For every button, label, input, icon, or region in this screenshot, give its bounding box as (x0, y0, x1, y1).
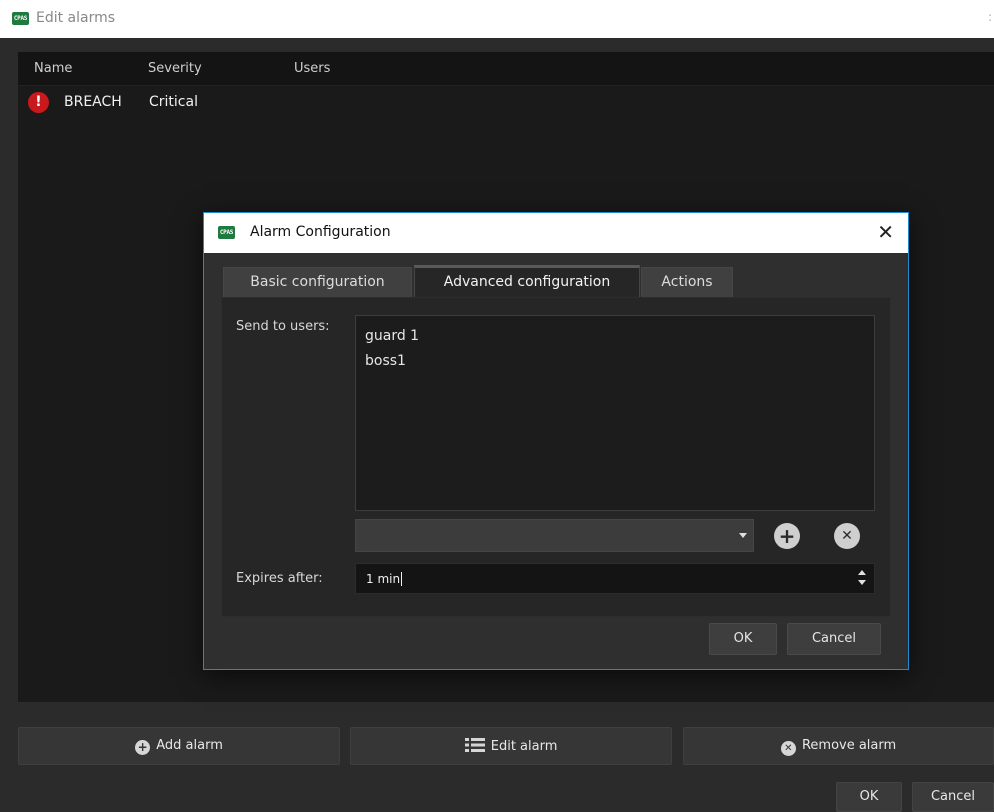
advanced-configuration-pane: Send to users: guard 1 boss1 + ✕ Expires… (221, 297, 891, 617)
remove-alarm-button[interactable]: ✕ Remove alarm (683, 727, 994, 765)
expires-after-value: 1 min (366, 572, 403, 586)
alarm-name-cell: BREACH (64, 94, 122, 110)
close-circle-icon: ✕ (780, 741, 796, 756)
alarm-severity-cell: Critical (149, 94, 198, 110)
cancel-button[interactable]: Cancel (912, 782, 994, 812)
dialog-title: Alarm Configuration (250, 224, 391, 240)
tab-label: Basic configuration (250, 274, 385, 290)
column-header-users[interactable]: Users (294, 61, 330, 76)
window-title: Edit alarms (36, 10, 116, 26)
close-circle-icon: ✕ (841, 528, 853, 544)
tab-label: Advanced configuration (443, 274, 611, 290)
edit-alarm-button[interactable]: Edit alarm (350, 727, 672, 765)
app-logo-icon: CPAS (12, 12, 29, 25)
plus-circle-icon: + (135, 740, 151, 755)
ok-button[interactable]: OK (836, 782, 902, 812)
column-header-name[interactable]: Name (34, 61, 72, 76)
tab-actions[interactable]: Actions (641, 267, 733, 297)
tab-basic-configuration[interactable]: Basic configuration (223, 267, 412, 297)
dialog-ok-button[interactable]: OK (709, 623, 777, 655)
alarm-configuration-dialog: CPAS Alarm Configuration ✕ Basic configu… (203, 212, 909, 670)
expires-after-spinbox[interactable]: 1 min (355, 563, 875, 594)
table-row[interactable]: ! BREACH Critical (18, 88, 994, 114)
edit-alarm-label: Edit alarm (490, 739, 558, 754)
add-alarm-label: Add alarm (156, 738, 223, 753)
table-header: Name Severity Users (18, 52, 994, 86)
spin-down-icon[interactable] (858, 580, 866, 585)
close-icon[interactable]: ✕ (877, 220, 894, 244)
critical-alert-icon: ! (28, 92, 49, 113)
window-edge-glyph: : (987, 10, 992, 24)
dialog-logo-icon: CPAS (218, 226, 235, 239)
add-user-button[interactable]: + (774, 523, 800, 549)
chevron-down-icon (739, 533, 747, 538)
add-alarm-button[interactable]: + Add alarm (18, 727, 340, 765)
users-list[interactable]: guard 1 boss1 (355, 315, 875, 511)
send-to-users-label: Send to users: (236, 319, 330, 334)
plus-circle-icon: + (778, 524, 796, 548)
tab-label: Actions (661, 274, 713, 290)
dialog-titlebar: CPAS Alarm Configuration ✕ (204, 213, 908, 253)
tab-advanced-configuration[interactable]: Advanced configuration (414, 265, 640, 297)
user-select-dropdown[interactable] (355, 519, 754, 552)
list-item[interactable]: guard 1 (365, 328, 419, 344)
spin-arrows-icon[interactable] (858, 570, 866, 588)
column-header-severity[interactable]: Severity (148, 61, 202, 76)
list-icon (464, 738, 485, 752)
remove-user-button[interactable]: ✕ (834, 523, 860, 549)
dialog-cancel-button[interactable]: Cancel (787, 623, 881, 655)
window-titlebar: CPAS Edit alarms : (0, 0, 994, 38)
expires-after-label: Expires after: (236, 571, 323, 586)
list-item[interactable]: boss1 (365, 353, 406, 369)
remove-alarm-label: Remove alarm (801, 738, 897, 753)
spin-up-icon[interactable] (858, 570, 866, 575)
